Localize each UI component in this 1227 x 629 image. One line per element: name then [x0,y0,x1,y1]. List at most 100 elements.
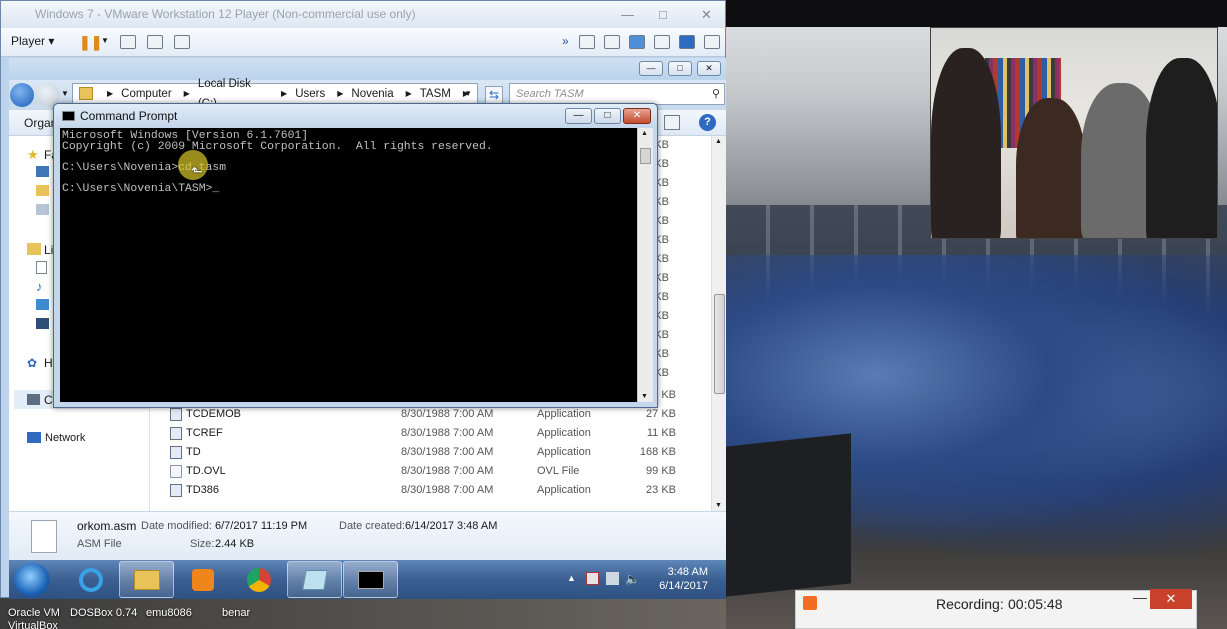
videos-icon[interactable] [36,318,49,329]
file-type: OVL File [537,465,580,477]
file-size: 168 KB [639,446,676,458]
command-prompt-window[interactable]: Command Prompt — □ ✕ Microsoft Windows [… [53,103,658,408]
file-row[interactable]: TD 8/30/1988 7:00 AM Application 168 KB [151,443,706,462]
chrome-icon [246,567,271,592]
volume-icon[interactable]: 🔈 [625,572,640,586]
music-icon[interactable]: ♪ [36,279,43,294]
scrollbar-thumb[interactable] [714,294,725,394]
folder-icon [133,569,160,590]
file-date: 8/30/1988 7:00 AM [401,427,494,439]
detail-created-label: Date created: [339,520,406,532]
refresh-icon[interactable]: ⇆ [485,86,503,104]
desktop-label-emu8086[interactable]: emu8086 [146,607,192,619]
cmd-minimize-button[interactable]: — [565,108,592,124]
desktop-label-benar[interactable]: benar [222,607,250,619]
maximize-icon[interactable]: □ [659,1,667,28]
taskbar-chrome[interactable] [231,561,286,598]
message-icon[interactable] [704,35,720,49]
explorer-close-button[interactable]: ✕ [697,61,721,76]
cd-icon[interactable] [604,35,620,49]
action-center-icon[interactable] [586,572,599,585]
recording-time: 00:05:48 [1008,596,1063,612]
taskbar-media-player[interactable] [175,561,230,598]
address-dropdown-icon[interactable]: ▼ [464,84,472,104]
breadcrumb-novenia[interactable]: Novenia [351,84,393,104]
desktop-label-dosbox[interactable]: DOSBox 0.74 [70,607,137,619]
downloads-icon[interactable] [36,185,49,196]
usb-icon[interactable] [679,35,695,49]
file-row[interactable]: TD.OVL 8/30/1988 7:00 AM OVL File 99 KB [151,462,706,481]
start-button[interactable] [14,563,50,597]
network-adapter-icon[interactable] [629,35,645,49]
show-hidden-icons[interactable]: ▲ [567,573,576,583]
file-row[interactable]: TD386 8/30/1988 7:00 AM Application 23 KB [151,481,706,500]
media-player-icon [191,568,214,591]
fit-guest-icon[interactable] [147,35,163,49]
drive-icon[interactable] [579,35,595,49]
send-ctrl-alt-del-icon[interactable] [120,35,136,49]
nav-libraries[interactable]: Li [44,243,53,257]
detail-file-name: orkom.asm [77,519,137,533]
cmd-title: Command Prompt [80,109,178,123]
cmd-title-bar[interactable]: Command Prompt — □ ✕ [54,104,657,128]
file-size: 23 KB [646,484,676,496]
cmd-scrollbar-thumb[interactable] [640,148,651,164]
nav-computer: C [44,393,53,407]
help-icon[interactable]: ? [699,114,716,131]
nav-network[interactable]: Network [45,432,85,444]
desktop-label-oracle[interactable]: Oracle VM [8,607,60,619]
breadcrumb-separator: ▶ [183,89,190,98]
breadcrumb-separator: ▶ [107,89,114,98]
desktop-icon[interactable] [36,166,49,177]
vertical-scrollbar[interactable]: ▲ ▼ [711,136,726,511]
scroll-down-icon[interactable]: ▼ [641,393,648,400]
breadcrumb-separator: ▶ [281,89,288,98]
network-status-icon[interactable] [606,572,619,585]
player-menu-button[interactable]: Player ▾ [11,34,54,48]
search-icon[interactable]: ⚲ [712,84,720,104]
address-breadcrumb[interactable]: ▶ Computer ▶ Local Disk (C:) ▶ Users ▶ N… [72,78,478,110]
pause-icon[interactable]: ❚❚ [79,34,102,51]
explorer-minimize-button[interactable]: — [639,61,663,76]
chevron-down-icon[interactable]: ▼ [101,36,109,45]
recorder-close-button[interactable]: ✕ [1150,589,1192,609]
cmd-line: C:\Users\Novenia>cd tasm [62,161,227,174]
vmware-toolbar: Player ▾ ❚❚ ▼ » [1,28,725,57]
cmd-close-button[interactable]: ✕ [623,108,651,124]
breadcrumb-tasm[interactable]: TASM [420,84,451,104]
file-row[interactable]: TCREF 8/30/1988 7:00 AM Application 11 KB [151,424,706,443]
recent-places-icon[interactable] [36,204,49,215]
recorder-minimize-icon[interactable]: — [1133,589,1147,605]
cmd-maximize-button[interactable]: □ [594,108,621,124]
recorder-logo-icon [803,596,817,610]
close-icon[interactable]: ✕ [701,1,712,28]
recent-pages-icon[interactable]: ▼ [61,89,69,98]
nav-homegroup[interactable]: H [44,356,53,370]
explorer-maximize-button[interactable]: □ [668,61,692,76]
breadcrumb-computer[interactable]: Computer [121,84,172,104]
scroll-up-icon[interactable]: ▲ [641,130,648,137]
cmd-console-output[interactable]: Microsoft Windows [Version 6.1.7601] Copy… [60,128,637,402]
back-arrow-icon[interactable] [10,83,34,107]
taskbar-explorer[interactable] [119,561,174,598]
desktop-label-virtualbox[interactable]: VirtualBox [8,620,58,629]
pictures-icon[interactable] [36,299,49,310]
cmd-scrollbar[interactable]: ▲ ▼ [637,128,653,402]
taskbar-internet-explorer[interactable] [63,561,118,598]
taskbar-command-prompt[interactable] [343,561,398,598]
scroll-up-icon[interactable]: ▲ [715,138,722,145]
breadcrumb-users[interactable]: Users [295,84,325,104]
unity-icon[interactable] [174,35,190,49]
double-chevron-icon[interactable]: » [562,34,569,48]
preview-pane-icon[interactable] [664,115,680,130]
clock[interactable]: 3:48 AM 6/14/2017 [659,565,708,593]
documents-icon[interactable] [36,261,47,274]
star-icon: ★ [27,147,39,162]
search-input[interactable]: Search TASM ⚲ [509,83,725,105]
minimize-icon[interactable]: — [621,1,634,28]
printer-icon[interactable] [654,35,670,49]
recording-widget: Recording: 00:05:48 — ✕ [795,589,1197,629]
scroll-down-icon[interactable]: ▼ [715,502,722,509]
file-size: 11 KB [646,427,676,439]
taskbar-notepad[interactable] [287,561,342,598]
